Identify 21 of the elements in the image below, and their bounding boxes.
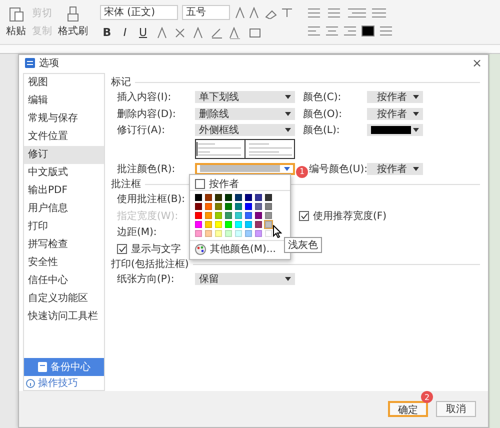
field-label: 删除内容(D): [117,108,177,121]
field-label: 批注颜色(R): [117,162,176,176]
step-badge: 1 [296,166,308,178]
section-title: 标记 [111,76,131,89]
field-label: 使用批注框(B): [117,192,186,206]
field-label: 纸张方向(P): [117,272,176,286]
field-label: 颜色(C): [303,90,342,104]
field-label: 颜色(L): [303,124,341,138]
field-label: 修订行(A): [117,124,166,138]
field-label: 边距(M): [117,226,158,240]
checkbox-label: 使用推荐宽度(F) [313,210,387,223]
field-label: 指定宽度(W): [117,210,180,223]
tooltip: 浅灰色 [284,237,322,253]
section-title: 批注框 [111,178,141,191]
field-label: 编号颜色(U): [309,162,367,176]
field-label: 插入内容(I): [117,90,172,104]
section-title: 打印(包括批注框) [111,258,189,271]
dialog-title: 选项 [39,56,60,70]
checkbox-label: 显示与文字 [131,242,181,256]
step-badge: 2 [421,391,434,403]
field-label: 颜色(O): [303,108,344,121]
